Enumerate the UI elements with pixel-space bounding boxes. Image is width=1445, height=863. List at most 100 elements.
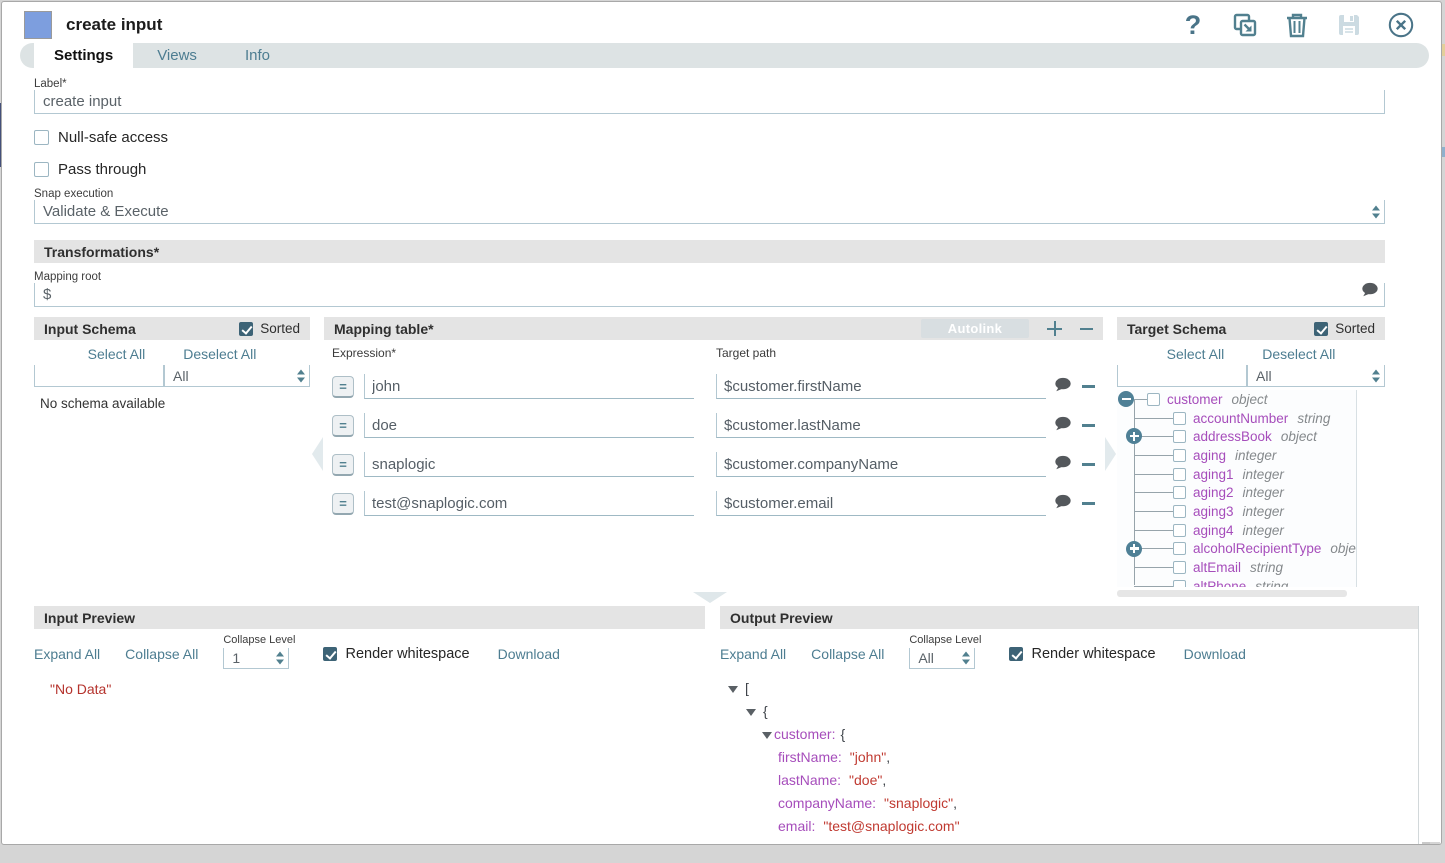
input-collapse-level-select[interactable]: 1	[223, 648, 289, 669]
collapse-json-node-icon[interactable]	[746, 709, 756, 716]
node-checkbox[interactable]	[1147, 393, 1160, 406]
tree-node[interactable]: aging4 integer	[1117, 521, 1356, 540]
input-schema-filter-select[interactable]: All	[164, 365, 310, 387]
target-schema-select-all-link[interactable]: Select All	[1167, 346, 1225, 362]
remove-row-icon[interactable]	[1082, 385, 1095, 388]
snap-execution-select[interactable]: Validate & Execute	[34, 200, 1385, 224]
collapse-preview-handle[interactable]	[693, 592, 727, 603]
tree-node[interactable]: aging integer	[1117, 446, 1356, 465]
target-schema-deselect-all-link[interactable]: Deselect All	[1262, 346, 1335, 362]
json-line: firstName:"john",	[720, 746, 1418, 769]
expression-input[interactable]	[364, 452, 694, 477]
node-checkbox[interactable]	[1173, 430, 1186, 443]
expression-toggle-button[interactable]: =	[332, 376, 354, 398]
add-mapping-row-icon[interactable]	[1047, 321, 1062, 336]
expression-input[interactable]	[364, 491, 694, 516]
help-icon[interactable]: ?	[1179, 11, 1207, 39]
comment-bubble-icon[interactable]	[1361, 282, 1379, 302]
tree-node[interactable]: aging1 integer	[1117, 465, 1356, 484]
target-path-input[interactable]	[716, 413, 1046, 438]
target-schema-sorted-checkbox[interactable]	[1314, 322, 1328, 336]
collapse-left-panel-handle[interactable]	[312, 437, 323, 471]
target-path-input[interactable]	[716, 374, 1046, 399]
label-input[interactable]	[34, 90, 1385, 114]
node-checkbox[interactable]	[1173, 542, 1186, 555]
node-checkbox[interactable]	[1173, 580, 1186, 587]
tree-node[interactable]: accountNumber string	[1117, 409, 1356, 428]
expand-dialog-icon[interactable]	[1231, 11, 1259, 39]
target-path-input[interactable]	[716, 452, 1046, 477]
expand-node-icon[interactable]	[1126, 541, 1142, 557]
tree-node[interactable]: aging2 integer	[1117, 483, 1356, 502]
remove-row-icon[interactable]	[1082, 424, 1095, 427]
tree-node[interactable]: alcoholRecipientType object	[1117, 540, 1356, 559]
comment-bubble-icon[interactable]	[1054, 455, 1074, 475]
target-schema-filter-select[interactable]: All	[1247, 365, 1385, 387]
expression-toggle-button[interactable]: =	[332, 415, 354, 437]
input-expand-all-link[interactable]: Expand All	[34, 646, 100, 662]
output-preview-scrollbar-gutter[interactable]	[1418, 606, 1441, 845]
collapse-right-panel-handle[interactable]	[1105, 437, 1116, 471]
expression-input[interactable]	[364, 374, 694, 399]
tree-node[interactable]: addressBook object	[1117, 427, 1356, 446]
tree-node[interactable]: customer object	[1117, 390, 1356, 409]
delete-icon[interactable]	[1283, 11, 1311, 39]
remove-row-icon[interactable]	[1082, 463, 1095, 466]
node-checkbox[interactable]	[1173, 449, 1186, 462]
node-checkbox[interactable]	[1173, 505, 1186, 518]
target-schema-filter-input[interactable]	[1117, 365, 1247, 387]
close-icon[interactable]	[1387, 11, 1415, 39]
node-checkbox[interactable]	[1173, 468, 1186, 481]
node-checkbox[interactable]	[1173, 561, 1186, 574]
node-checkbox[interactable]	[1173, 524, 1186, 537]
expand-node-icon[interactable]	[1126, 428, 1142, 444]
input-schema-deselect-all-link[interactable]: Deselect All	[183, 346, 256, 362]
input-schema-sorted-checkbox[interactable]	[239, 322, 253, 336]
node-checkbox[interactable]	[1173, 486, 1186, 499]
comment-bubble-icon[interactable]	[1054, 377, 1074, 397]
output-preview-panel: Output Preview Expand All Collapse All C…	[720, 606, 1441, 845]
json-line: lastName:"doe",	[720, 769, 1418, 792]
output-render-whitespace-checkbox[interactable]	[1009, 647, 1023, 661]
output-collapse-level-select[interactable]: All	[909, 648, 975, 669]
output-download-link[interactable]: Download	[1184, 646, 1246, 662]
target-path-input[interactable]	[716, 491, 1046, 516]
output-collapse-all-link[interactable]: Collapse All	[811, 646, 884, 662]
autolink-button[interactable]: Autolink	[921, 319, 1029, 338]
tab-info[interactable]: Info	[221, 43, 294, 68]
input-download-link[interactable]: Download	[498, 646, 560, 662]
mapping-root-input[interactable]	[34, 283, 1385, 307]
collapse-json-node-icon[interactable]	[728, 686, 738, 693]
input-schema-select-all-link[interactable]: Select All	[88, 346, 146, 362]
tab-views[interactable]: Views	[133, 43, 221, 68]
tree-node[interactable]: altPhone string	[1117, 577, 1356, 587]
collapse-json-node-icon[interactable]	[762, 732, 772, 739]
collapse-node-icon[interactable]	[1118, 391, 1134, 407]
null-safe-checkbox[interactable]	[34, 130, 49, 145]
expression-toggle-button[interactable]: =	[332, 493, 354, 515]
input-render-whitespace-checkbox[interactable]	[323, 647, 337, 661]
node-checkbox[interactable]	[1173, 412, 1186, 425]
null-safe-label: Null-safe access	[58, 129, 168, 146]
save-icon[interactable]	[1335, 11, 1363, 39]
pass-through-checkbox[interactable]	[34, 162, 49, 177]
tab-settings[interactable]: Settings	[34, 43, 133, 68]
tree-node[interactable]: altEmail string	[1117, 558, 1356, 577]
tree-node[interactable]: aging3 integer	[1117, 502, 1356, 521]
json-line: [	[720, 677, 1418, 700]
null-safe-row: Null-safe access	[34, 129, 1385, 146]
expression-toggle-button[interactable]: =	[332, 454, 354, 476]
comment-bubble-icon[interactable]	[1054, 416, 1074, 436]
scrollbar-thumb[interactable]	[1430, 842, 1440, 845]
remove-row-icon[interactable]	[1082, 502, 1095, 505]
json-line: companyName:"snaplogic",	[720, 792, 1418, 815]
output-collapse-level-label: Collapse Level	[909, 634, 981, 646]
input-collapse-all-link[interactable]: Collapse All	[125, 646, 198, 662]
tree-horizontal-scrollbar[interactable]	[1117, 590, 1347, 597]
expression-input[interactable]	[364, 413, 694, 438]
output-expand-all-link[interactable]: Expand All	[720, 646, 786, 662]
input-schema-filter-input[interactable]	[34, 365, 164, 387]
remove-mapping-row-icon[interactable]	[1080, 321, 1093, 336]
output-render-whitespace-label: Render whitespace	[1031, 646, 1155, 662]
comment-bubble-icon[interactable]	[1054, 494, 1074, 514]
